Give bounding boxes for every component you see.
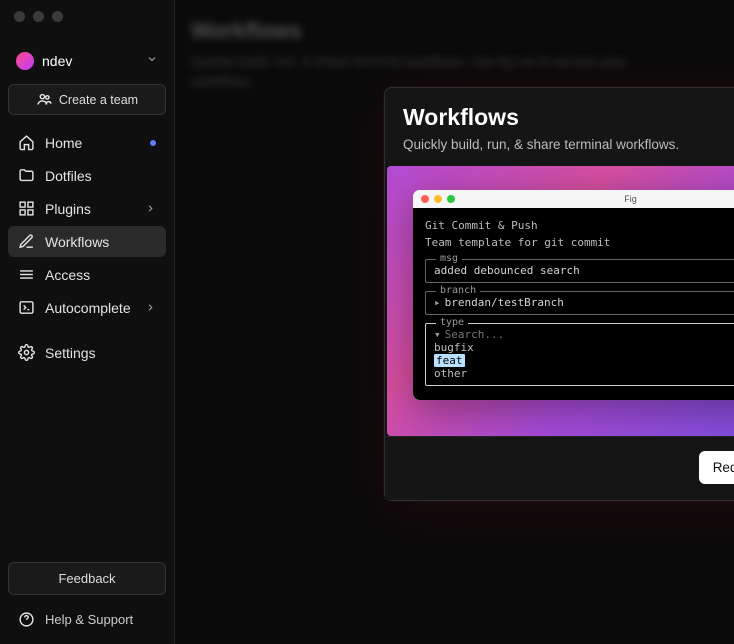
field-msg-label: msg xyxy=(436,253,462,264)
search-placeholder: Search... xyxy=(445,328,505,341)
sidebar-item-dotfiles[interactable]: Dotfiles xyxy=(8,160,166,191)
sidebar-item-label: Settings xyxy=(45,345,156,361)
sidebar-item-label: Plugins xyxy=(45,201,135,217)
create-team-button[interactable]: Create a team xyxy=(8,84,166,115)
avatar xyxy=(16,52,34,70)
create-team-label: Create a team xyxy=(59,93,138,107)
folder-icon xyxy=(18,167,35,184)
caret-right-icon: ▸ xyxy=(434,296,441,309)
modal-preview-image: Fig ⌘1 Git Commit & Push Team template f… xyxy=(387,166,734,436)
gear-icon xyxy=(18,344,35,361)
type-option: bugfix xyxy=(434,341,734,354)
grid-icon xyxy=(18,200,35,217)
sidebar-item-label: Access xyxy=(45,267,156,283)
modal-footer: Request Early Access xyxy=(385,436,734,500)
terminal-heading: Git Commit & Push xyxy=(425,218,734,235)
field-type: type ▾Search... bugfix feat other xyxy=(425,323,734,386)
terminal-body: Git Commit & Push Team template for git … xyxy=(413,208,734,400)
page-title-blurred: Workflows xyxy=(191,18,691,44)
user-menu[interactable]: ndev xyxy=(8,46,166,76)
username-label: ndev xyxy=(42,53,146,69)
modal-subtitle: Quickly build, run, & share terminal wor… xyxy=(403,137,734,152)
terminal-subheading: Team template for git commit xyxy=(425,235,734,252)
field-msg-value: added debounced search xyxy=(434,264,580,277)
feedback-button[interactable]: Feedback xyxy=(8,562,166,595)
type-option-selected: feat xyxy=(434,354,465,367)
sidebar-item-label: Home xyxy=(45,135,140,151)
sidebar-item-label: Workflows xyxy=(45,234,156,250)
field-branch-label: branch xyxy=(436,285,480,296)
sidebar-item-settings[interactable]: Settings xyxy=(8,337,166,368)
terminal-preview: Fig ⌘1 Git Commit & Push Team template f… xyxy=(413,190,734,400)
home-icon xyxy=(18,134,35,151)
sidebar-item-workflows[interactable]: Workflows xyxy=(8,226,166,257)
people-icon xyxy=(36,91,53,108)
sidebar-item-label: Autocomplete xyxy=(45,300,135,316)
compose-icon xyxy=(18,233,35,250)
terminal-titlebar: Fig ⌘1 xyxy=(413,190,734,208)
minimize-window-dot[interactable] xyxy=(33,11,44,22)
sidebar-item-autocomplete[interactable]: Autocomplete xyxy=(8,292,166,323)
background-content-blurred: Workflows Quickly build, run, & share te… xyxy=(191,18,691,93)
list-icon xyxy=(18,266,35,283)
help-icon xyxy=(18,611,35,628)
modal-title: Workflows xyxy=(403,104,734,131)
sidebar-item-home[interactable]: Home xyxy=(8,127,166,158)
chevron-down-icon xyxy=(146,52,158,70)
help-label: Help & Support xyxy=(45,612,133,627)
chevron-right-icon xyxy=(145,201,156,217)
field-branch-value: brendan/testBranch xyxy=(445,296,564,309)
modal-header: Workflows Quickly build, run, & share te… xyxy=(385,88,734,166)
type-option: other xyxy=(434,367,734,380)
sidebar-item-label: Dotfiles xyxy=(45,168,156,184)
window-traffic-lights xyxy=(14,11,63,22)
app-window: ndev Create a team Home Dotfiles xyxy=(0,0,734,644)
terminal-icon xyxy=(18,299,35,316)
main-content: Workflows Quickly build, run, & share te… xyxy=(175,0,734,644)
sidebar: ndev Create a team Home Dotfiles xyxy=(0,0,175,644)
request-early-access-button[interactable]: Request Early Access xyxy=(699,451,734,484)
close-window-dot[interactable] xyxy=(14,11,25,22)
help-support-link[interactable]: Help & Support xyxy=(8,605,166,636)
terminal-app-title: Fig xyxy=(413,194,734,204)
sidebar-item-access[interactable]: Access xyxy=(8,259,166,290)
field-msg: msg added debounced search xyxy=(425,259,734,283)
sidebar-nav: Home Dotfiles Plugins Workflows Access xyxy=(8,127,166,368)
field-type-label: type xyxy=(436,317,468,328)
sidebar-footer: Feedback Help & Support xyxy=(8,562,166,636)
field-branch: branch ▸brendan/testBranch xyxy=(425,291,734,315)
sidebar-item-plugins[interactable]: Plugins xyxy=(8,193,166,224)
chevron-right-icon xyxy=(145,300,156,316)
notification-badge xyxy=(150,140,156,146)
workflows-modal: Workflows Quickly build, run, & share te… xyxy=(384,87,734,501)
zoom-window-dot[interactable] xyxy=(52,11,63,22)
caret-down-icon: ▾ xyxy=(434,328,441,341)
